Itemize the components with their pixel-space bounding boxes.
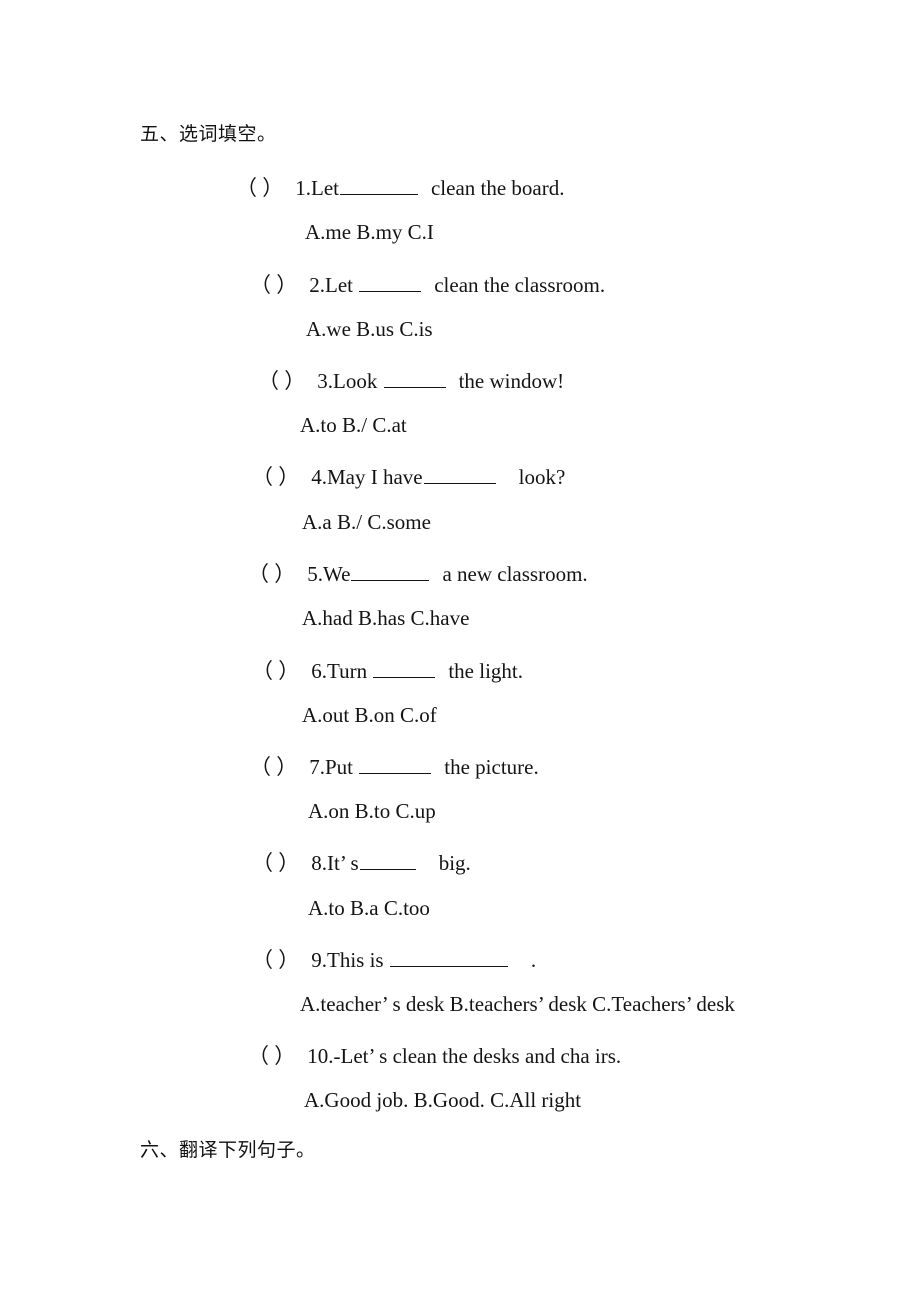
- answer-blank-9[interactable]: [389, 947, 508, 967]
- options-row-6[interactable]: A.out B.on C.of: [302, 703, 437, 728]
- options-row-9[interactable]: A.teacher’ s desk B.teachers’ desk C.Tea…: [300, 992, 735, 1017]
- answer-blank-3[interactable]: [383, 368, 446, 388]
- options-row-10[interactable]: A.Good job. B.Good. C.All right: [304, 1088, 581, 1113]
- answer-blank-6[interactable]: [373, 658, 436, 678]
- question-row-1: （ ） 1.Let clean the board.: [236, 172, 565, 202]
- question-number-7: 7.: [309, 755, 325, 779]
- question-stem-after-5: a new classroom.: [442, 562, 588, 586]
- question-row-9: （ ） 9.This is .: [252, 944, 536, 974]
- section-heading-6: 六、翻译下列句子。: [140, 1140, 316, 1161]
- question-stem-before-5: We: [323, 562, 351, 586]
- options-row-5[interactable]: A.had B.has C.have: [302, 606, 469, 631]
- question-number-10: 10.: [307, 1044, 334, 1068]
- answer-bracket-4[interactable]: （ ）: [252, 465, 299, 489]
- question-stem-after-4: look?: [518, 465, 566, 489]
- question-number-3: 3.: [317, 369, 333, 393]
- answer-blank-4[interactable]: [423, 464, 496, 484]
- question-number-5: 5.: [307, 562, 323, 586]
- answer-blank-7[interactable]: [359, 754, 432, 774]
- question-row-8: （ ） 8.It’ s big.: [252, 847, 471, 877]
- question-row-3: （ ） 3.Look the window!: [258, 365, 564, 395]
- question-row-2: （ ） 2.Let clean the classroom.: [250, 269, 605, 299]
- answer-bracket-6[interactable]: （ ）: [252, 659, 299, 683]
- question-row-5: （ ） 5.We a new classroom.: [248, 558, 588, 588]
- worksheet-page: 五、选词填空。 （ ） 1.Let clean the board. A.me B.…: [0, 0, 920, 1302]
- answer-bracket-5[interactable]: （ ）: [248, 562, 295, 586]
- options-row-3[interactable]: A.to B./ C.at: [300, 413, 407, 438]
- answer-bracket-3[interactable]: （ ）: [258, 369, 305, 393]
- question-stem-after-8: big.: [438, 851, 471, 875]
- question-stem-before-8: It’ s: [327, 851, 359, 875]
- question-number-9: 9.: [311, 948, 327, 972]
- question-row-4: （ ） 4.May I have look?: [252, 461, 565, 491]
- question-stem-before-1: Let: [311, 176, 339, 200]
- question-number-1: 1.: [295, 176, 311, 200]
- section-heading-5: 五、选词填空。: [140, 124, 277, 145]
- answer-blank-5[interactable]: [351, 561, 430, 581]
- answer-bracket-8[interactable]: （ ）: [252, 851, 299, 875]
- question-number-8: 8.: [311, 851, 327, 875]
- question-stem-before-10: -Let’ s clean the desks and cha irs.: [333, 1044, 622, 1068]
- answer-blank-8[interactable]: [359, 850, 416, 870]
- question-stem-before-7: Put: [325, 755, 359, 779]
- options-row-7[interactable]: A.on B.to C.up: [308, 799, 436, 824]
- question-stem-before-6: Turn: [327, 659, 373, 683]
- question-row-7: （ ） 7.Put the picture.: [250, 751, 539, 781]
- answer-bracket-9[interactable]: （ ）: [252, 948, 299, 972]
- question-stem-before-9: This is: [327, 948, 389, 972]
- question-stem-after-3: the window!: [458, 369, 565, 393]
- options-row-4[interactable]: A.a B./ C.some: [302, 510, 431, 535]
- question-stem-before-3: Look: [333, 369, 383, 393]
- question-stem-before-4: May I have: [327, 465, 423, 489]
- question-stem-after-7: the picture.: [444, 755, 539, 779]
- options-row-8[interactable]: A.to B.a C.too: [308, 896, 430, 921]
- question-stem-after-2: clean the classroom.: [434, 273, 606, 297]
- question-stem-after-6: the light.: [448, 659, 524, 683]
- answer-bracket-2[interactable]: （ ）: [250, 273, 297, 297]
- question-number-6: 6.: [311, 659, 327, 683]
- question-stem-before-2: Let: [325, 273, 359, 297]
- answer-blank-1[interactable]: [339, 175, 418, 195]
- question-number-4: 4.: [311, 465, 327, 489]
- question-row-10: （ ） 10.-Let’ s clean the desks and cha ir…: [248, 1040, 621, 1070]
- options-row-1[interactable]: A.me B.my C.I: [305, 220, 434, 245]
- question-number-2: 2.: [309, 273, 325, 297]
- question-row-6: （ ） 6.Turn the light.: [252, 655, 523, 685]
- question-stem-after-9: .: [530, 948, 537, 972]
- options-row-2[interactable]: A.we B.us C.is: [306, 317, 433, 342]
- answer-bracket-10[interactable]: （ ）: [248, 1044, 295, 1068]
- question-stem-after-1: clean the board.: [430, 176, 565, 200]
- answer-blank-2[interactable]: [359, 272, 422, 292]
- answer-bracket-1[interactable]: （ ）: [236, 176, 283, 200]
- answer-bracket-7[interactable]: （ ）: [250, 755, 297, 779]
